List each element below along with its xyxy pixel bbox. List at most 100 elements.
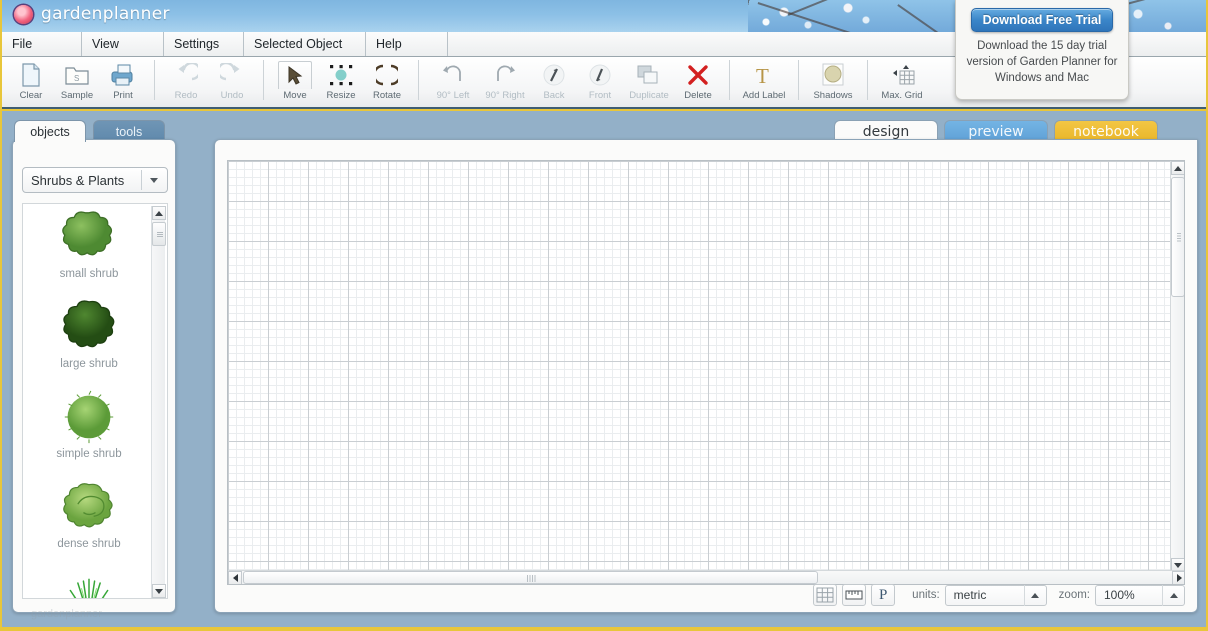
tool-label: 90° Right xyxy=(485,90,525,101)
tab-objects[interactable]: objects xyxy=(14,120,86,142)
tool-label: Resize xyxy=(326,90,356,101)
category-select[interactable]: Shrubs & Plants xyxy=(22,167,168,193)
shadow-disc-icon xyxy=(816,61,850,89)
tool-add-label[interactable]: T Add Label xyxy=(738,57,790,107)
units-value: metric xyxy=(953,588,987,602)
scroll-up-arrow-icon[interactable] xyxy=(152,206,166,220)
flower-logo-icon xyxy=(14,4,33,24)
units-select[interactable]: metric xyxy=(944,584,1047,606)
tool-label: Max. Grid xyxy=(881,90,923,101)
grid-icon xyxy=(885,61,919,89)
list-item[interactable]: simple shrub xyxy=(23,384,155,474)
menu-item-help[interactable]: Help xyxy=(366,32,448,56)
tool-label: Sample xyxy=(60,90,94,101)
tool-rotate-90-right[interactable]: 90° Right xyxy=(479,57,531,107)
portrait-page-icon[interactable]: P xyxy=(871,584,896,606)
printer-icon xyxy=(106,61,140,89)
toolbar-separator xyxy=(263,60,264,100)
list-item[interactable]: small shrub xyxy=(23,204,155,294)
toolbar-separator xyxy=(798,60,799,100)
tool-print[interactable]: Print xyxy=(100,57,146,107)
grid-toggle-icon[interactable] xyxy=(813,584,838,606)
tool-label: Move xyxy=(283,90,307,101)
zoom-select[interactable]: 100% xyxy=(1095,584,1185,606)
chevron-down-icon[interactable] xyxy=(141,170,165,190)
tool-clear[interactable]: Clear xyxy=(8,57,54,107)
canvas-status-bar: P units: metric zoom: 100% xyxy=(227,582,1185,608)
canvas-vertical-scrollbar[interactable] xyxy=(1170,161,1184,572)
tool-label: Duplicate xyxy=(629,90,669,101)
tool-label: Redo xyxy=(174,90,198,101)
tool-max-grid[interactable]: Max. Grid xyxy=(876,57,928,107)
object-label: dense shrub xyxy=(57,538,121,550)
units-label: units: xyxy=(912,589,940,601)
simple-shrub-icon xyxy=(64,390,114,444)
tool-label: 90° Left xyxy=(436,90,470,101)
vertical-scrollbar-thumb[interactable] xyxy=(1171,177,1184,297)
panel-watermark: gardenplanner xyxy=(31,608,102,620)
object-label: small shrub xyxy=(59,268,119,280)
tool-label: Clear xyxy=(19,90,43,101)
scrollbar-thumb[interactable] xyxy=(152,222,166,246)
menu-item-selected-object[interactable]: Selected Object xyxy=(244,32,366,56)
app-title: gardenplanner xyxy=(41,4,170,24)
tool-duplicate[interactable]: Duplicate xyxy=(623,57,675,107)
zoom-label: zoom: xyxy=(1058,589,1090,601)
scroll-down-arrow-icon[interactable] xyxy=(152,584,166,598)
tool-rotate-90-left[interactable]: 90° Left xyxy=(427,57,479,107)
download-free-trial-button[interactable]: Download Free Trial xyxy=(970,8,1114,32)
list-item[interactable]: ornamental grass xyxy=(23,564,155,598)
objects-panel: Shrubs & Plants small shrub large shrub … xyxy=(12,139,176,620)
large-shrub-icon xyxy=(63,300,115,348)
canvas-viewport xyxy=(227,160,1185,585)
tool-redo[interactable]: Redo xyxy=(163,57,209,107)
menu-item-file[interactable]: File xyxy=(2,32,82,56)
main-workspace: objects tools Shrubs & Plants small shru… xyxy=(2,111,1206,627)
svg-text:T: T xyxy=(756,64,769,87)
objects-list-scrollbar[interactable] xyxy=(151,206,166,598)
toolbar-separator xyxy=(418,60,419,100)
undo-arrow-icon xyxy=(215,61,249,89)
tool-delete[interactable]: Delete xyxy=(675,57,721,107)
object-label: large shrub xyxy=(60,358,118,370)
download-trial-popup: Download Free Trial Download the 15 day … xyxy=(955,0,1129,100)
spinner-up-icon[interactable] xyxy=(1023,584,1046,606)
page-icon-letter: P xyxy=(879,586,888,603)
small-shrub-icon xyxy=(62,211,113,256)
tool-shadows[interactable]: Shadows xyxy=(807,57,859,107)
objects-list[interactable]: small shrub large shrub simple shrub den… xyxy=(22,203,168,599)
list-item[interactable]: dense shrub xyxy=(23,474,155,564)
design-canvas-panel: P units: metric zoom: 100% xyxy=(214,139,1198,613)
folder-icon: S xyxy=(60,61,94,89)
tool-resize[interactable]: Resize xyxy=(318,57,364,107)
spinner-up-icon[interactable] xyxy=(1162,584,1184,606)
zoom-value: 100% xyxy=(1104,588,1135,602)
tool-move[interactable]: Move xyxy=(272,57,318,107)
object-label: simple shrub xyxy=(56,448,122,460)
garden-planner-window: gardenplanner File View Settings Selecte… xyxy=(0,0,1208,631)
tool-bring-front[interactable]: Front xyxy=(577,57,623,107)
tool-sample[interactable]: S Sample xyxy=(54,57,100,107)
design-grid[interactable] xyxy=(228,161,1172,572)
tool-label: Shadows xyxy=(813,90,853,101)
tool-label: Rotate xyxy=(373,90,401,101)
cursor-arrow-icon xyxy=(278,61,312,89)
app-logo: gardenplanner xyxy=(14,4,170,24)
tool-label: Add Label xyxy=(742,90,786,101)
list-item[interactable]: large shrub xyxy=(23,294,155,384)
dense-shrub-icon xyxy=(63,483,113,528)
menu-item-settings[interactable]: Settings xyxy=(164,32,244,56)
toolbar-separator xyxy=(867,60,868,100)
tool-send-back[interactable]: Back xyxy=(531,57,577,107)
download-trial-description: Download the 15 day trial version of Gar… xyxy=(966,40,1118,84)
grass-icon xyxy=(69,578,109,598)
tool-label: Delete xyxy=(684,90,712,101)
tool-label: Back xyxy=(543,90,565,101)
category-select-value: Shrubs & Plants xyxy=(31,172,125,188)
ruler-icon[interactable] xyxy=(842,584,867,606)
scroll-up-arrow-icon[interactable] xyxy=(1171,161,1184,175)
menu-item-view[interactable]: View xyxy=(82,32,164,56)
tool-undo[interactable]: Undo xyxy=(209,57,255,107)
tool-rotate[interactable]: Rotate xyxy=(364,57,410,107)
rotate-icon xyxy=(370,61,404,89)
